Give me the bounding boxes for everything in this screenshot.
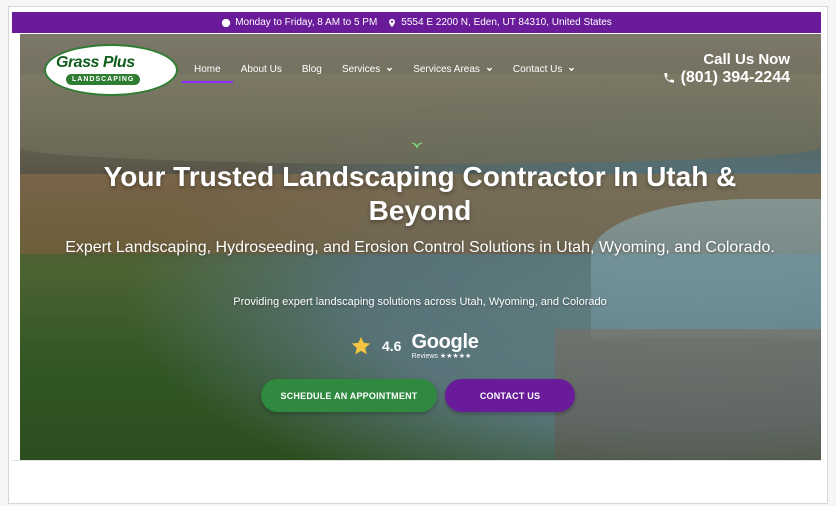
main-nav: Home About Us Blog Services Services Are… xyxy=(182,56,575,83)
google-reviews-logo: Google Reviews ★★★★★ xyxy=(411,332,478,360)
address-item: 5554 E 2200 N, Eden, UT 84310, United St… xyxy=(387,17,612,28)
nav-contact-label: Contact Us xyxy=(512,64,563,75)
below-fold-area xyxy=(12,460,821,501)
rating-score: 4.6 xyxy=(382,338,402,354)
nav-services[interactable]: Services xyxy=(342,56,393,83)
nav-home[interactable]: Home xyxy=(182,56,233,83)
phone-icon xyxy=(663,73,674,83)
nav-contact[interactable]: Contact Us xyxy=(513,56,575,83)
hero-note: Providing expert landscaping solutions a… xyxy=(233,296,607,308)
top-info-bar: Monday to Friday, 8 AM to 5 PM 5554 E 22… xyxy=(12,12,821,33)
nav-home-label: Home xyxy=(194,64,221,75)
call-cta[interactable]: Call Us Now (801) 394-2244 xyxy=(620,51,790,87)
google-wordmark: Google xyxy=(411,331,479,353)
map-pin-icon xyxy=(389,18,396,27)
nav-blog[interactable]: Blog xyxy=(302,56,322,83)
call-phone-number: (801) 394-2244 xyxy=(680,69,790,86)
google-reviews-label: Reviews ★★★★★ xyxy=(411,353,472,360)
address-text: 5554 E 2200 N, Eden, UT 84310, United St… xyxy=(401,17,612,28)
hours-text: Monday to Friday, 8 AM to 5 PM xyxy=(235,17,378,28)
chevron-down-icon xyxy=(569,67,575,72)
star-icon xyxy=(351,336,371,355)
hero-bg-stone-wall xyxy=(555,329,821,460)
nav-service-areas[interactable]: Services Areas xyxy=(413,56,493,83)
hero-subheadline: Expert Landscaping, Hydroseeding, and Er… xyxy=(65,239,775,256)
hours-item: Monday to Friday, 8 AM to 5 PM xyxy=(221,17,377,28)
hero-headline: Your Trusted Landscaping Contractor In U… xyxy=(103,161,737,226)
schedule-appointment-button[interactable]: SCHEDULE AN APPOINTMENT xyxy=(261,379,437,412)
nav-about-label: About Us xyxy=(240,64,282,75)
chevron-down-icon xyxy=(486,67,493,72)
logo-brand-text: Grass Plus xyxy=(56,54,135,71)
chevron-down-icon xyxy=(387,67,393,72)
clock-icon xyxy=(222,18,231,27)
logo-tagline: LANDSCAPING xyxy=(66,74,141,85)
call-phone-row: (801) 394-2244 xyxy=(620,69,790,87)
contact-us-button[interactable]: CONTACT US xyxy=(445,379,575,412)
site-logo[interactable]: Grass Plus LANDSCAPING xyxy=(44,44,178,96)
call-label: Call Us Now xyxy=(703,51,790,68)
nav-service-areas-label: Services Areas xyxy=(413,64,480,75)
leaf-icon xyxy=(411,142,423,149)
nav-about[interactable]: About Us xyxy=(241,56,282,83)
google-rating: 4.6 Google Reviews ★★★★★ xyxy=(350,332,479,360)
nav-blog-label: Blog xyxy=(301,64,322,75)
nav-services-label: Services xyxy=(341,64,381,75)
